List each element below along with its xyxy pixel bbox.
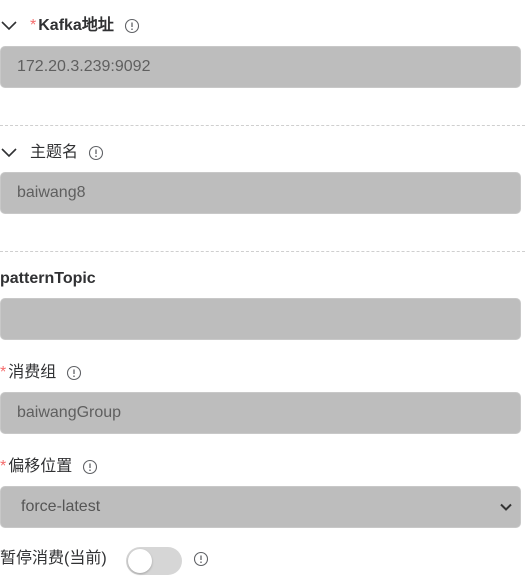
info-circle-icon[interactable]: [122, 16, 142, 36]
toggle-knob: [128, 549, 152, 573]
required-mark: *: [0, 458, 7, 475]
chevron-down-icon[interactable]: [0, 16, 20, 36]
kafka-config-form: * Kafka地址 172.20.3.239:9092 主题名 baiwang8…: [0, 0, 525, 582]
info-circle-icon[interactable]: [80, 457, 100, 477]
offset-position-selected-value: force-latest: [21, 498, 101, 515]
pattern-topic-label-row: patternTopic: [0, 268, 96, 290]
section-divider: [0, 125, 525, 126]
offset-position-label-row: * 偏移位置: [0, 456, 100, 478]
kafka-address-label: Kafka地址: [38, 17, 114, 34]
chevron-down-icon[interactable]: [0, 143, 20, 163]
pause-consumption-label: 暂停消费(当前): [0, 550, 107, 567]
consumer-group-input[interactable]: baiwangGroup: [0, 392, 521, 434]
offset-position-select[interactable]: force-latest: [0, 486, 521, 528]
kafka-address-input[interactable]: 172.20.3.239:9092: [0, 46, 521, 88]
pattern-topic-label: patternTopic: [0, 270, 96, 287]
required-mark: *: [0, 364, 7, 381]
pause-consumption-label-row: 暂停消费(当前): [0, 548, 107, 570]
topic-name-label-row: 主题名: [0, 142, 106, 164]
info-circle-icon[interactable]: [191, 549, 211, 569]
pattern-topic-input[interactable]: [0, 298, 521, 340]
topic-name-label: 主题名: [30, 144, 79, 161]
info-circle-icon[interactable]: [64, 363, 84, 383]
consumer-group-label-row: * 消费组: [0, 362, 84, 384]
info-circle-icon[interactable]: [86, 143, 106, 163]
offset-position-label: 偏移位置: [8, 458, 73, 475]
consumer-group-label: 消费组: [8, 364, 57, 381]
pause-consumption-toggle[interactable]: [126, 547, 182, 575]
kafka-address-label-row: * Kafka地址: [0, 15, 142, 37]
section-divider: [0, 251, 525, 252]
required-mark: *: [30, 17, 37, 34]
chevron-down-icon: [498, 499, 514, 515]
topic-name-input[interactable]: baiwang8: [0, 172, 521, 214]
